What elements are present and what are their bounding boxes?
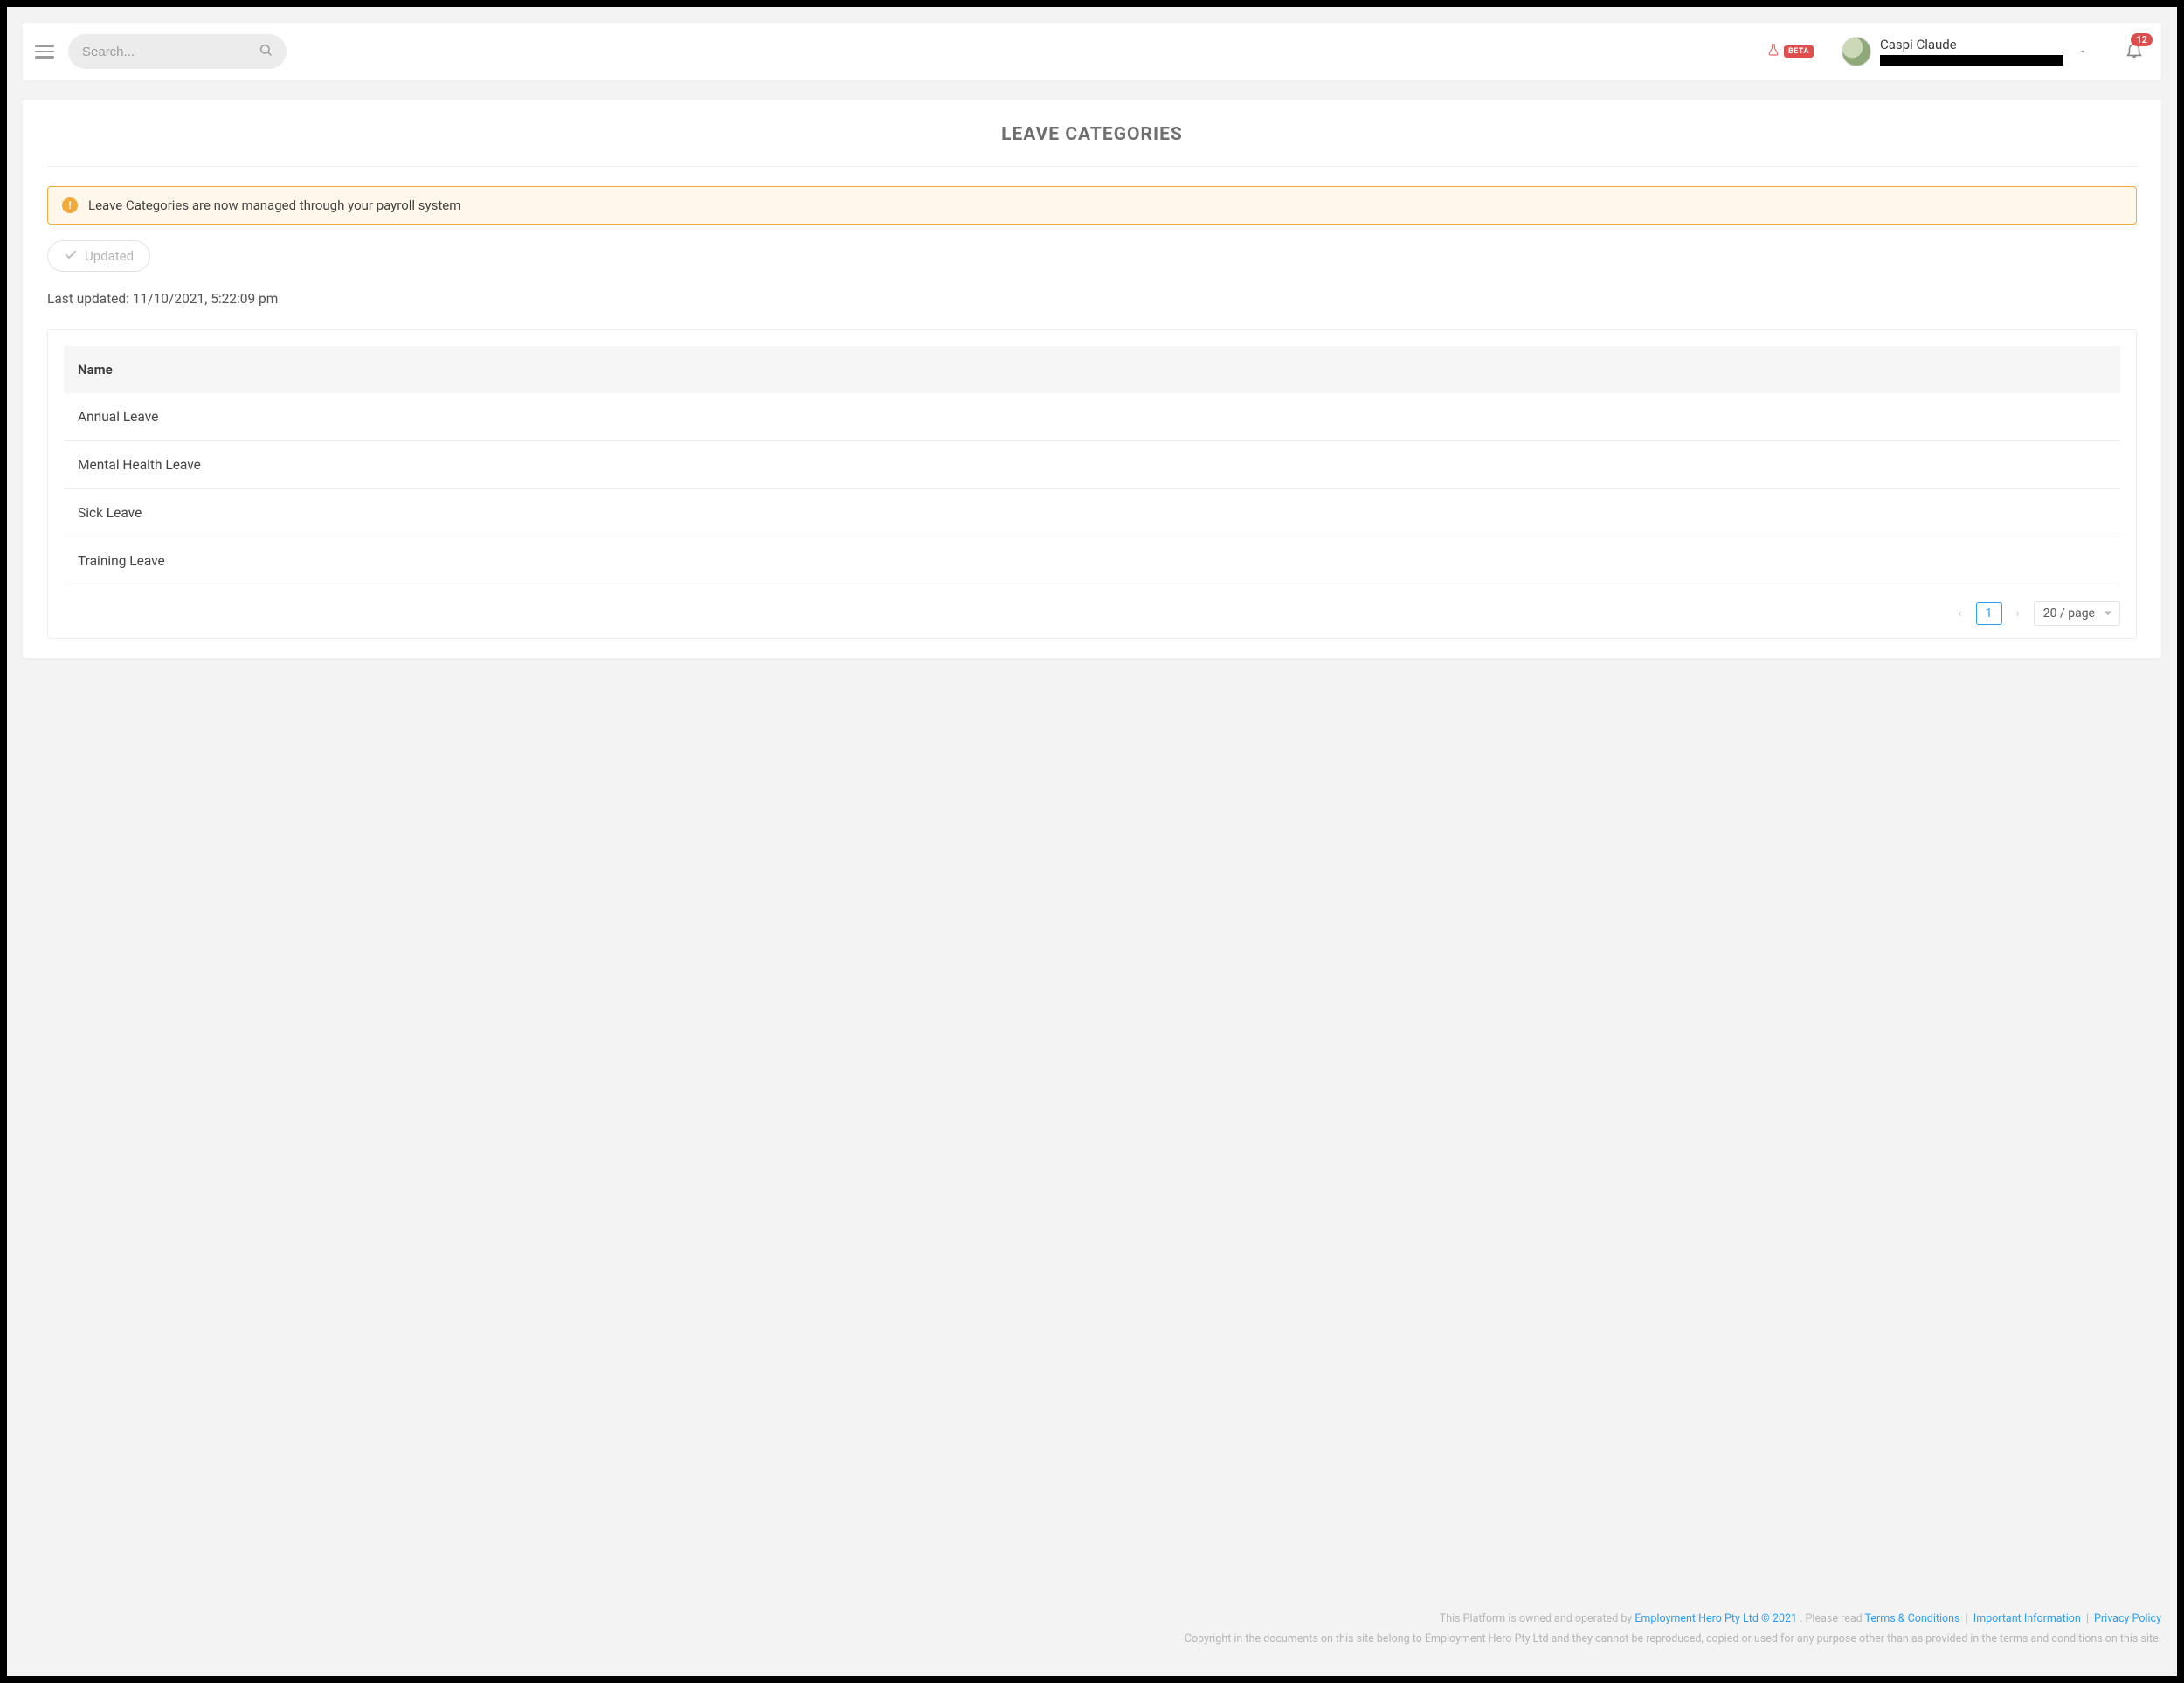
flask-icon: [1766, 42, 1780, 61]
footer-text: This Platform is owned and operated by: [1440, 1612, 1635, 1625]
alert-text: Leave Categories are now managed through…: [88, 197, 460, 213]
top-bar: BETA Caspi Claude 12: [23, 23, 2161, 80]
table-row[interactable]: Mental Health Leave: [64, 441, 2120, 489]
pager-next[interactable]: ›: [2011, 603, 2025, 624]
search-field-wrap[interactable]: [68, 34, 287, 69]
footer-company-link[interactable]: Employment Hero Pty Ltd © 2021: [1635, 1612, 1797, 1625]
table-row[interactable]: Sick Leave: [64, 489, 2120, 537]
leave-categories-table: Name Annual Leave Mental Health Leave Si…: [47, 329, 2137, 639]
footer: This Platform is owned and operated by E…: [23, 1574, 2161, 1651]
footer-copyright: Copyright in the documents on this site …: [23, 1629, 2161, 1650]
pager-prev[interactable]: ‹: [1952, 603, 1966, 624]
page-title: LEAVE CATEGORIES: [47, 124, 2137, 167]
main-card: LEAVE CATEGORIES ! Leave Categories are …: [23, 100, 2161, 658]
user-email-redacted: [1880, 55, 2063, 66]
last-updated: Last updated: 11/10/2021, 5:22:09 pm: [47, 291, 2137, 307]
info-alert: ! Leave Categories are now managed throu…: [47, 186, 2137, 225]
page-size-select[interactable]: 20 / page: [2034, 601, 2120, 626]
search-input[interactable]: [82, 45, 259, 59]
beta-badge: BETA: [1784, 45, 1814, 58]
table-row[interactable]: Training Leave: [64, 537, 2120, 585]
footer-terms-link[interactable]: Terms & Conditions: [1865, 1612, 1960, 1625]
beta-indicator[interactable]: BETA: [1766, 42, 1814, 61]
user-name: Caspi Claude: [1880, 38, 2063, 52]
footer-sep: |: [2086, 1612, 2089, 1625]
pagination: ‹ 1 › 20 / page: [64, 601, 2120, 626]
notification-count: 12: [2131, 33, 2153, 46]
alert-icon: !: [62, 197, 78, 213]
footer-important-link[interactable]: Important Information: [1973, 1612, 2081, 1625]
updated-chip: Updated: [47, 240, 150, 272]
table-header-name: Name: [64, 346, 2120, 393]
notifications-button[interactable]: 12: [2125, 40, 2144, 63]
footer-text: . Please read: [1800, 1612, 1864, 1625]
check-icon: [64, 247, 78, 265]
user-menu[interactable]: Caspi Claude: [1842, 37, 2088, 66]
table-row[interactable]: Annual Leave: [64, 393, 2120, 441]
menu-icon[interactable]: [31, 38, 58, 65]
updated-chip-label: Updated: [85, 248, 134, 264]
footer-sep: |: [1966, 1612, 1968, 1625]
pager-current[interactable]: 1: [1976, 602, 2002, 625]
chevron-down-icon: [2077, 44, 2088, 60]
search-icon: [259, 43, 273, 60]
bell-icon: [2125, 46, 2144, 63]
avatar: [1842, 37, 1871, 66]
footer-privacy-link[interactable]: Privacy Policy: [2094, 1612, 2161, 1625]
